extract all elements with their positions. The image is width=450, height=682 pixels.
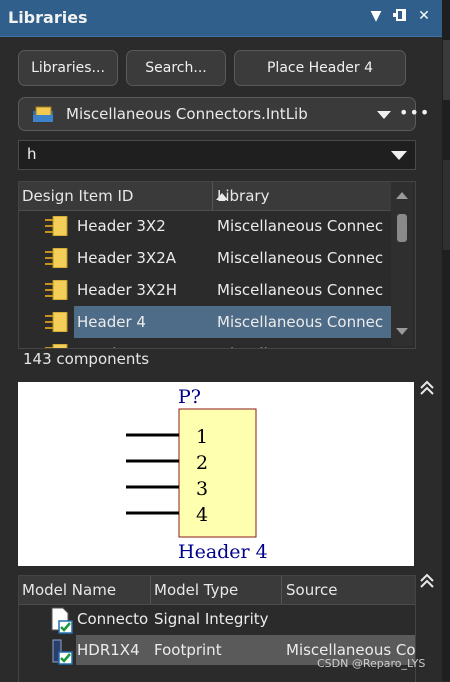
libraries-panel: Libraries ▼ ✕ Libraries... Search... Pla…	[0, 0, 442, 682]
model-type: Signal Integrity	[154, 610, 269, 628]
menu-dropdown-icon[interactable]: ▼	[368, 8, 384, 26]
collapse-models-icon[interactable]	[418, 573, 436, 594]
component-icon	[45, 344, 68, 348]
library-cell: Miscellaneous Connec	[217, 217, 384, 235]
pin-number: 2	[196, 452, 208, 474]
more-options-icon[interactable]: •••	[399, 103, 430, 122]
model-cells: Connecto Signal Integrity	[76, 604, 415, 634]
model-name: Connecto	[77, 610, 149, 628]
scroll-up-icon[interactable]	[396, 192, 408, 199]
symbol-preview: P? 1 2 3 4 Header 4	[18, 382, 414, 566]
design-item-id: Header 4	[74, 306, 216, 338]
column-divider[interactable]	[212, 182, 213, 210]
model-source	[286, 604, 415, 634]
component-icon	[45, 280, 68, 300]
library-cell: Miscellaneous Connec	[217, 249, 384, 267]
panel-titlebar: Libraries ▼ ✕	[0, 0, 442, 37]
panel-title: Libraries	[8, 8, 88, 27]
pin-icon[interactable]	[392, 8, 408, 26]
signal-integrity-model-icon	[51, 607, 73, 634]
pin-number: 4	[196, 504, 208, 526]
design-item-id: Header 3X2A	[77, 249, 177, 267]
scroll-down-icon[interactable]	[396, 328, 408, 335]
components-grid: Design Item ID Library Header 3X2 Miscel…	[18, 181, 416, 349]
symbol-graphic: P? 1 2 3 4 Header 4	[126, 386, 268, 563]
grid-scrollbar[interactable]	[391, 182, 413, 346]
component-icon	[45, 216, 68, 236]
watermark: CSDN @Reparo_LYS	[317, 657, 426, 670]
chevron-down-icon[interactable]	[391, 151, 407, 160]
pin-number: 1	[196, 426, 208, 448]
component-icon	[45, 312, 68, 332]
component-count: 143 components	[23, 350, 150, 368]
collapse-preview-icon[interactable]	[418, 380, 436, 401]
library-select-value: Miscellaneous Connectors.IntLib	[66, 105, 308, 123]
table-row[interactable]: Header 3X2 Miscellaneous Connec	[19, 210, 391, 242]
library-cell: Miscellaneous Connec	[213, 338, 395, 348]
footprint-model-icon	[52, 639, 73, 665]
models-header: Model Name Model Type Source	[19, 576, 415, 605]
table-row[interactable]: Header 3X2A Miscellaneous Connec	[19, 242, 391, 274]
library-file-icon	[33, 106, 53, 122]
close-icon[interactable]: ✕	[416, 8, 432, 26]
search-button[interactable]: Search...	[126, 50, 226, 86]
filter-input[interactable]: h	[18, 140, 416, 170]
library-cell: Miscellaneous Connec	[213, 306, 395, 338]
component-body	[178, 408, 257, 538]
design-item-id: Header 4H	[74, 338, 216, 348]
designator-label: P?	[178, 386, 201, 408]
side-panel-tab[interactable]	[443, 40, 450, 100]
column-library[interactable]: Library	[217, 187, 269, 205]
pin-number: 3	[196, 478, 208, 500]
column-design-item-id[interactable]: Design Item ID	[22, 187, 133, 205]
libraries-button[interactable]: Libraries...	[18, 50, 118, 86]
comment-label: Header 4	[178, 541, 268, 563]
filter-value: h	[27, 145, 37, 163]
side-panel-tab[interactable]	[443, 160, 450, 250]
title-icons: ▼ ✕	[368, 8, 432, 26]
library-select[interactable]: Miscellaneous Connectors.IntLib •••	[18, 97, 429, 131]
window-edge	[442, 0, 450, 681]
column-source[interactable]: Source	[286, 581, 338, 599]
design-item-id: Header 3X2	[77, 217, 166, 235]
grid-header: Design Item ID Library	[19, 182, 391, 211]
model-type: Footprint	[154, 641, 222, 659]
column-model-type[interactable]: Model Type	[154, 581, 238, 599]
column-model-name[interactable]: Model Name	[22, 581, 116, 599]
column-divider[interactable]	[281, 576, 282, 604]
table-row[interactable]: Header 3X2H Miscellaneous Connec	[19, 274, 391, 306]
table-row-selected[interactable]: Header 4 Miscellaneous Connec	[19, 306, 395, 338]
chevron-down-icon[interactable]	[377, 111, 391, 119]
column-divider[interactable]	[150, 576, 151, 604]
place-button[interactable]: Place Header 4	[234, 50, 406, 86]
design-item-id: Header 3X2H	[77, 281, 178, 299]
library-cell: Miscellaneous Connec	[217, 281, 384, 299]
table-row[interactable]: Header 4H Miscellaneous Connec	[19, 338, 391, 348]
model-row[interactable]: Connecto Signal Integrity	[19, 604, 415, 634]
scroll-thumb[interactable]	[397, 214, 407, 242]
model-name: HDR1X4	[77, 641, 140, 659]
component-icon	[45, 248, 68, 268]
